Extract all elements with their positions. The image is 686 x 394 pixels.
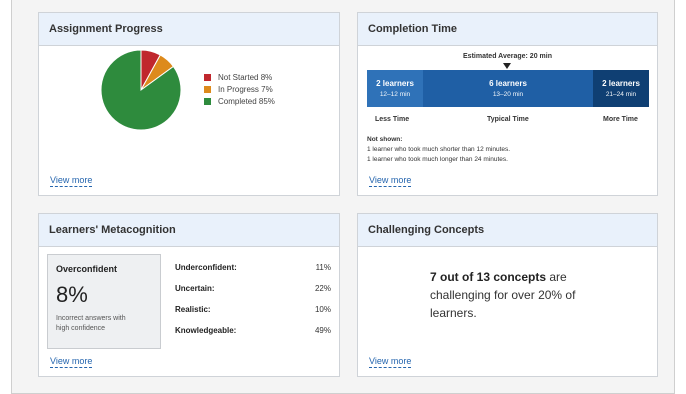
not-shown-line-2: 1 learner who took much longer than 24 m…: [367, 156, 508, 163]
overconfident-title: Overconfident: [56, 264, 118, 274]
meta-label: Knowledgeable:: [175, 326, 237, 335]
assignment-progress-title: Assignment Progress: [39, 13, 339, 46]
time-bar-less: 2 learners 12–12 min: [367, 70, 423, 107]
not-shown-line-1: 1 learner who took much shorter than 12 …: [367, 146, 511, 153]
bar-count: 2 learners: [376, 79, 414, 88]
bar-count: 2 learners: [602, 79, 640, 88]
meta-value: 49%: [314, 326, 331, 335]
bar-count: 6 learners: [489, 79, 527, 88]
legend-item-not-started: Not Started 8%: [204, 71, 275, 83]
progress-pie-chart: [100, 49, 182, 131]
label-more-time: More Time: [603, 116, 638, 123]
legend-swatch: [204, 97, 211, 105]
challenging-concepts-card: Challenging Concepts 7 out of 13 concept…: [357, 213, 658, 377]
meta-view-more-link[interactable]: View more: [50, 356, 93, 368]
legend-item-in-progress: In Progress 7%: [204, 83, 275, 95]
meta-label: Realistic:: [175, 305, 211, 314]
meta-value: 10%: [314, 305, 331, 314]
meta-row-underconfident: Underconfident: 11%: [175, 263, 331, 272]
legend-label: Not Started 8%: [218, 72, 273, 82]
overconfident-desc-line-2: high confidence: [56, 325, 106, 332]
bar-range: 21–24 min: [605, 91, 637, 98]
meta-row-uncertain: Uncertain: 22%: [175, 284, 331, 293]
bar-range: 12–12 min: [379, 91, 411, 98]
legend-label: In Progress 7%: [218, 84, 273, 94]
challenging-concepts-title: Challenging Concepts: [358, 214, 657, 247]
meta-label: Underconfident:: [175, 263, 237, 272]
bar-range: 13–20 min: [492, 91, 524, 98]
progress-view-more-link[interactable]: View more: [50, 175, 93, 187]
not-shown-title: Not shown:: [367, 136, 403, 143]
legend-label: Completed 85%: [218, 96, 275, 106]
metacognition-title: Learners' Metacognition: [39, 214, 339, 247]
meta-label: Uncertain:: [175, 284, 215, 293]
estimated-average-label: Estimated Average: 20 min: [463, 53, 552, 60]
legend-swatch: [204, 85, 211, 93]
meta-value: 22%: [314, 284, 331, 293]
time-view-more-link[interactable]: View more: [369, 175, 412, 187]
time-bar-typical: 6 learners 13–20 min: [423, 70, 593, 107]
meta-row-knowledgeable: Knowledgeable: 49%: [175, 326, 331, 335]
overconfident-description: Incorrect answers with high confidence: [56, 314, 152, 334]
legend-item-completed: Completed 85%: [204, 95, 275, 107]
overconfident-percent: 8%: [56, 282, 88, 307]
progress-legend: Not Started 8% In Progress 7% Completed …: [204, 71, 275, 107]
overconfident-highlight: Overconfident 8% Incorrect answers with …: [47, 254, 161, 349]
completion-time-card: Completion Time Estimated Average: 20 mi…: [357, 12, 658, 196]
not-shown-note: Not shown: 1 learner who took much short…: [367, 135, 510, 165]
metacognition-card: Learners' Metacognition Overconfident 8%…: [38, 213, 340, 377]
challenging-view-more-link[interactable]: View more: [369, 356, 412, 368]
assignment-progress-card: Assignment Progress Not Started 8% In Pr…: [38, 12, 340, 196]
challenging-count: 7 out of 13 concepts: [430, 270, 547, 284]
meta-value: 11%: [315, 263, 331, 272]
average-marker-icon: [503, 63, 511, 69]
challenging-summary: 7 out of 13 concepts are challenging for…: [430, 268, 605, 322]
meta-row-realistic: Realistic: 10%: [175, 305, 331, 314]
label-less-time: Less Time: [375, 116, 410, 123]
label-typical-time: Typical Time: [487, 116, 529, 123]
legend-swatch: [204, 73, 211, 81]
overconfident-desc-line-1: Incorrect answers with: [56, 315, 126, 322]
completion-time-title: Completion Time: [358, 13, 657, 46]
time-bar-more: 2 learners 21–24 min: [593, 70, 649, 107]
